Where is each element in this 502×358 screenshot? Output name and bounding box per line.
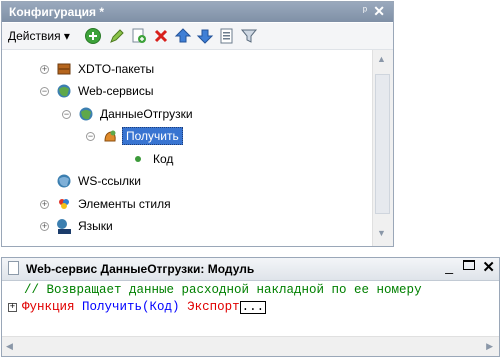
pin-icon[interactable]: ᵖ [363, 5, 367, 17]
code-line-function: Функция Получить(Код) Экспорт... [22, 300, 267, 314]
keyword-function: Функция [22, 300, 75, 314]
code-editor[interactable]: // Возвращает данные расходной накладной… [2, 281, 499, 333]
scroll-down-icon[interactable]: ▼ [377, 228, 386, 238]
move-up-icon[interactable] [174, 27, 192, 45]
module-title-bar: Web-сервис ДанныеОтгрузки: Модуль _ ✕ [2, 258, 499, 281]
web-service-icon [79, 107, 93, 121]
minimize-icon[interactable]: _ [445, 258, 453, 274]
web-service-icon [57, 84, 71, 98]
close-icon[interactable]: ✕ [373, 3, 385, 20]
fold-toggle-icon[interactable]: + [8, 303, 17, 312]
move-down-icon[interactable] [196, 27, 214, 45]
editor-horizontal-scrollbar[interactable]: ◀ ▶ [2, 336, 499, 356]
close-icon[interactable]: ✕ [482, 258, 495, 276]
maximize-icon[interactable] [463, 260, 475, 270]
tree-item-label: WS-ссылки [78, 174, 141, 188]
module-editor-panel: Web-сервис ДанныеОтгрузки: Модуль _ ✕ //… [1, 257, 500, 357]
tree-item-web-services[interactable]: − Web-сервисы [2, 81, 362, 101]
language-icon [57, 219, 71, 234]
code-comment: // Возвращает данные расходной накладной… [24, 283, 422, 297]
tree-item-label-selected: Получить [122, 127, 183, 145]
collapse-icon[interactable]: − [40, 87, 49, 96]
configuration-panel: Конфигурация * ᵖ ✕ Действия ▾ + XDTO-пак… [1, 1, 394, 247]
tree-item-label: Элементы стиля [78, 197, 171, 211]
tree-item-label: Языки [78, 219, 113, 233]
xdto-package-icon [57, 63, 71, 75]
tree-item-style-items[interactable]: + Элементы стиля [2, 194, 362, 214]
expand-icon[interactable]: + [40, 222, 49, 231]
edit-icon[interactable] [108, 27, 126, 45]
style-item-icon [59, 199, 69, 209]
keyword-export: Экспорт [187, 300, 240, 314]
module-title: Web-сервис ДанныеОтгрузки: Модуль [26, 262, 255, 276]
scroll-right-icon[interactable]: ▶ [486, 341, 493, 352]
tree-item-label: Web-сервисы [78, 84, 154, 98]
tree-item-label: ДанныеОтгрузки [100, 107, 193, 121]
tree-item-code-param[interactable]: Код [2, 149, 362, 169]
collapse-icon[interactable]: − [86, 132, 95, 141]
delete-icon[interactable] [152, 27, 170, 45]
list-icon[interactable] [218, 27, 236, 45]
tree-item-ws-references[interactable]: WS-ссылки [2, 171, 362, 191]
add-icon[interactable] [84, 27, 102, 45]
configuration-tree: + XDTO-пакеты − Web-сервисы − ДанныеОтгр… [2, 50, 372, 246]
panel-title: Конфигурация * [9, 5, 105, 19]
tree-item-get-operation[interactable]: − Получить [2, 126, 362, 146]
operation-icon [104, 130, 116, 142]
copy-icon[interactable] [130, 27, 148, 45]
filter-icon[interactable] [240, 27, 258, 45]
collapsed-body-marker[interactable]: ... [239, 301, 267, 314]
function-name: Получить [82, 300, 143, 314]
tree-item-label: Код [153, 152, 174, 166]
tree-vertical-scrollbar[interactable]: ▲ ▼ [372, 50, 393, 246]
scroll-left-icon[interactable]: ◀ [6, 341, 13, 352]
scrollbar-thumb[interactable] [375, 74, 390, 214]
tree-item-shipment-data[interactable]: − ДанныеОтгрузки [2, 104, 362, 124]
tree-item-label: XDTO-пакеты [78, 62, 155, 76]
ws-reference-icon [57, 174, 71, 188]
collapse-icon[interactable]: − [62, 110, 71, 119]
bullet-icon [135, 156, 141, 162]
scroll-up-icon[interactable]: ▲ [377, 54, 386, 64]
expand-icon[interactable]: + [40, 200, 49, 209]
tree-item-xdto-packages[interactable]: + XDTO-пакеты [2, 59, 362, 79]
toolbar: Действия ▾ [2, 23, 393, 50]
document-icon [8, 261, 19, 275]
actions-menu-button[interactable]: Действия ▾ [8, 29, 70, 43]
configuration-title-bar: Конфигурация * ᵖ ✕ [2, 2, 393, 22]
expand-icon[interactable]: + [40, 65, 49, 74]
tree-item-languages[interactable]: + Языки [2, 216, 362, 236]
function-params: (Код) [142, 300, 180, 314]
